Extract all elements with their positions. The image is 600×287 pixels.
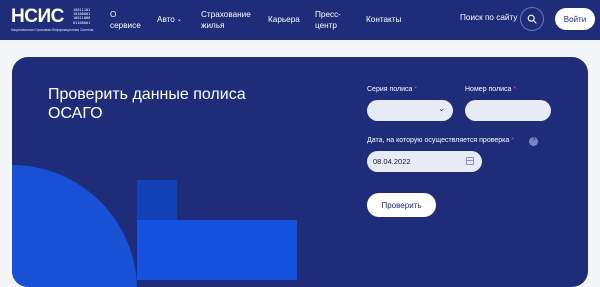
logo-text: НСИС: [11, 6, 64, 27]
series-label-text: Серия полиса: [367, 86, 413, 93]
nav-item-about[interactable]: О сервисе: [110, 9, 141, 31]
decorative-shape: [137, 180, 177, 220]
date-label: Дата, на которую осуществляется проверка…: [367, 137, 514, 144]
nav-item-auto[interactable]: Авто ⌄: [157, 14, 182, 26]
required-mark: *: [414, 86, 418, 93]
logo[interactable]: НСИС 10011101 10100001 10011000 01100001…: [11, 7, 106, 34]
number-input[interactable]: [465, 100, 551, 121]
check-button[interactable]: Проверить: [367, 193, 436, 217]
search-button[interactable]: [520, 7, 544, 31]
nav-item-contacts[interactable]: Контакты: [366, 14, 401, 25]
nav-item-career[interactable]: Карьера: [268, 14, 300, 25]
search-icon: [527, 14, 537, 24]
nav-item-press[interactable]: Пресс- центр: [315, 9, 341, 31]
logo-digits: 10011101 10100001 10011000 01100001: [73, 8, 91, 25]
series-label: Серия полиса *: [367, 86, 417, 93]
series-select[interactable]: ⌄: [367, 100, 453, 121]
decorative-shape: [12, 165, 137, 287]
search-label[interactable]: Поиск по сайту: [460, 13, 517, 22]
logo-subtitle: Национальная Страховая Информационная Си…: [11, 28, 94, 32]
nav-item-auto-label: Авто: [157, 15, 175, 24]
date-value: 08.04.2022: [373, 157, 411, 166]
required-mark: *: [513, 86, 517, 93]
number-label-text: Номер полиса: [465, 86, 512, 93]
page-title: Проверить данные полиса ОСАГО: [48, 86, 246, 122]
date-input[interactable]: 08.04.2022: [367, 151, 482, 172]
osago-check-card: Проверить данные полиса ОСАГО Серия поли…: [12, 57, 588, 287]
decorative-shape: [137, 220, 297, 280]
required-mark: *: [511, 137, 514, 144]
calendar-icon[interactable]: [466, 157, 474, 165]
nav-item-home-insurance[interactable]: Страхование жилья: [201, 9, 251, 31]
chevron-down-icon: ⌄: [438, 104, 445, 113]
number-label: Номер полиса *: [465, 86, 516, 93]
login-button[interactable]: Войти: [555, 8, 595, 30]
date-label-text: Дата, на которую осуществляется проверка: [367, 137, 510, 144]
site-header: НСИС 10011101 10100001 10011000 01100001…: [0, 0, 600, 40]
info-icon[interactable]: ?: [529, 137, 538, 146]
chevron-down-icon: ⌄: [176, 17, 182, 23]
